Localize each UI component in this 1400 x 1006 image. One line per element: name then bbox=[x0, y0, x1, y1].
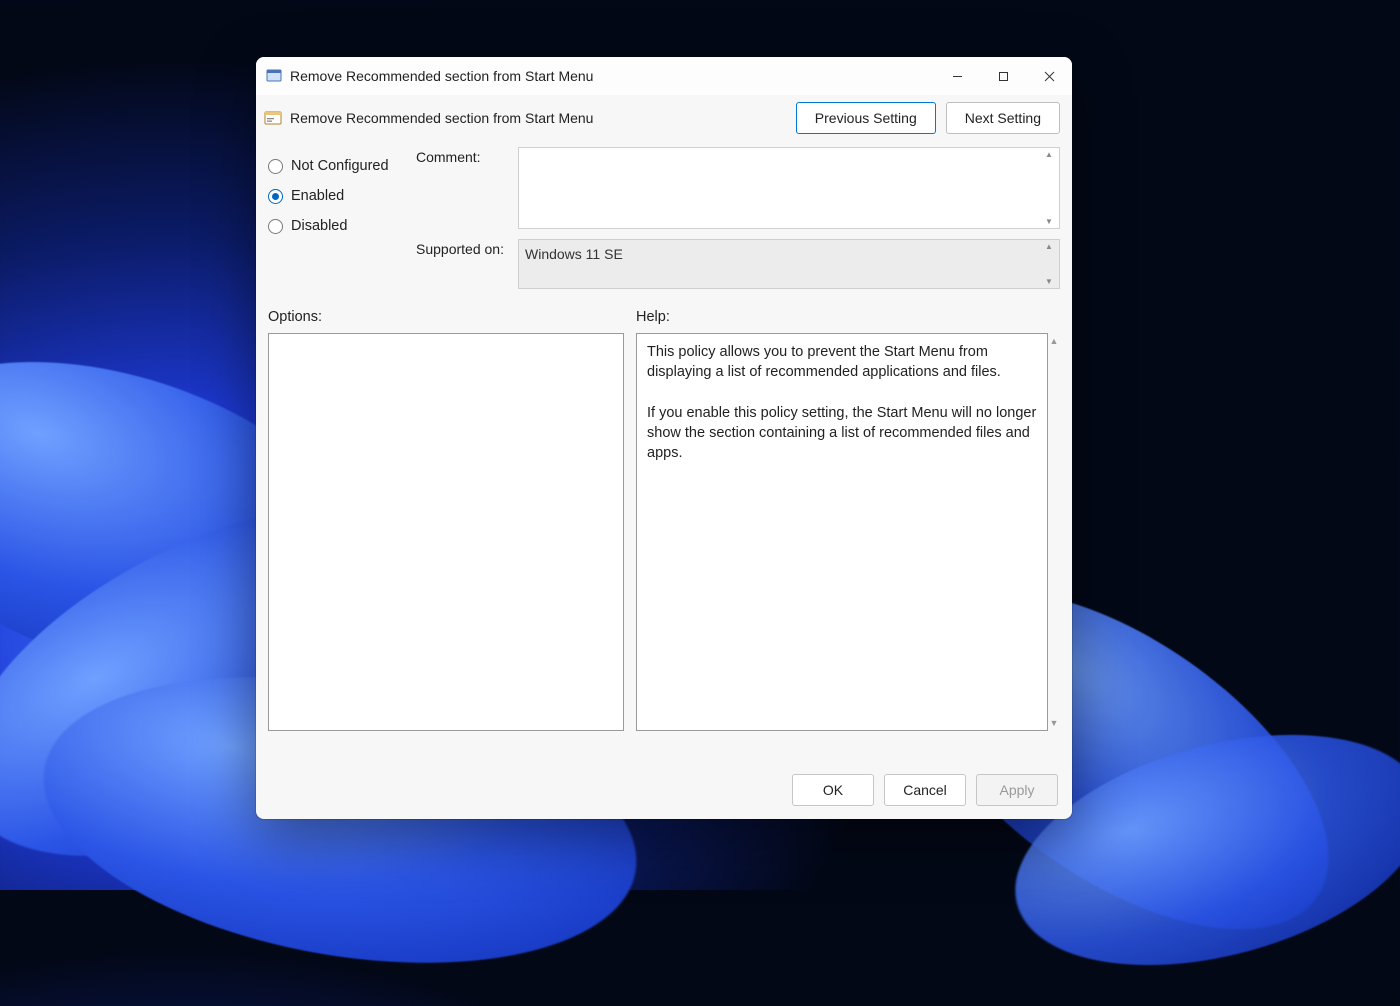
comment-input[interactable]: ▲▼ bbox=[518, 147, 1060, 229]
apply-button[interactable]: Apply bbox=[976, 774, 1058, 806]
help-scrollbar[interactable]: ▲ ▼ bbox=[1048, 333, 1060, 731]
previous-setting-button[interactable]: Previous Setting bbox=[796, 102, 936, 134]
main-area: Not Configured Enabled Disabled Comment:… bbox=[256, 141, 1072, 761]
radio-icon bbox=[268, 219, 283, 234]
radio-disabled[interactable]: Disabled bbox=[268, 211, 406, 241]
options-panel[interactable] bbox=[268, 333, 624, 731]
scroll-arrows[interactable]: ▲▼ bbox=[1045, 150, 1057, 226]
close-button[interactable] bbox=[1026, 57, 1072, 95]
state-radio-group: Not Configured Enabled Disabled bbox=[268, 147, 406, 289]
scroll-arrows[interactable]: ▲▼ bbox=[1045, 242, 1057, 286]
nav-buttons: Previous Setting Next Setting bbox=[796, 102, 1060, 134]
policy-title: Remove Recommended section from Start Me… bbox=[290, 110, 593, 126]
comment-label: Comment: bbox=[416, 147, 512, 165]
policy-editor-window: Remove Recommended section from Start Me… bbox=[256, 57, 1072, 819]
help-paragraph: This policy allows you to prevent the St… bbox=[647, 342, 1037, 383]
supported-row: Supported on: Windows 11 SE ▲▼ bbox=[416, 239, 1060, 289]
titlebar[interactable]: Remove Recommended section from Start Me… bbox=[256, 57, 1072, 95]
supported-label: Supported on: bbox=[416, 239, 512, 257]
supported-value: Windows 11 SE bbox=[525, 246, 623, 262]
help-panel[interactable]: This policy allows you to prevent the St… bbox=[636, 333, 1048, 731]
next-setting-button[interactable]: Next Setting bbox=[946, 102, 1060, 134]
panels-row: This policy allows you to prevent the St… bbox=[268, 333, 1060, 731]
help-wrap: This policy allows you to prevent the St… bbox=[636, 333, 1060, 731]
arrow-up-icon: ▲ bbox=[1045, 150, 1057, 159]
arrow-up-icon: ▲ bbox=[1050, 336, 1059, 346]
top-row: Not Configured Enabled Disabled Comment:… bbox=[268, 147, 1060, 289]
help-label: Help: bbox=[636, 309, 670, 325]
dialog-button-row: OK Cancel Apply bbox=[256, 761, 1072, 819]
arrow-down-icon: ▼ bbox=[1050, 718, 1059, 731]
radio-enabled[interactable]: Enabled bbox=[268, 181, 406, 211]
comment-row: Comment: ▲▼ bbox=[416, 147, 1060, 229]
radio-label: Not Configured bbox=[291, 158, 389, 174]
radio-label: Disabled bbox=[291, 218, 347, 234]
options-label: Options: bbox=[268, 309, 624, 325]
window-controls bbox=[934, 57, 1072, 95]
minimize-button[interactable] bbox=[934, 57, 980, 95]
radio-label: Enabled bbox=[291, 188, 344, 204]
arrow-down-icon: ▼ bbox=[1045, 277, 1057, 286]
help-paragraph: If you enable this policy setting, the S… bbox=[647, 403, 1037, 464]
radio-icon bbox=[268, 189, 283, 204]
radio-icon bbox=[268, 159, 283, 174]
cancel-button[interactable]: Cancel bbox=[884, 774, 966, 806]
app-icon bbox=[266, 68, 282, 84]
fields-column: Comment: ▲▼ Supported on: Windows 11 SE … bbox=[416, 147, 1060, 289]
policy-icon bbox=[264, 109, 282, 127]
policy-header-row: Remove Recommended section from Start Me… bbox=[256, 95, 1072, 141]
radio-not-configured[interactable]: Not Configured bbox=[268, 151, 406, 181]
arrow-up-icon: ▲ bbox=[1045, 242, 1057, 251]
window-title: Remove Recommended section from Start Me… bbox=[290, 68, 593, 84]
section-labels: Options: Help: bbox=[268, 309, 1060, 325]
maximize-button[interactable] bbox=[980, 57, 1026, 95]
ok-button[interactable]: OK bbox=[792, 774, 874, 806]
arrow-down-icon: ▼ bbox=[1045, 217, 1057, 226]
supported-on-box: Windows 11 SE ▲▼ bbox=[518, 239, 1060, 289]
